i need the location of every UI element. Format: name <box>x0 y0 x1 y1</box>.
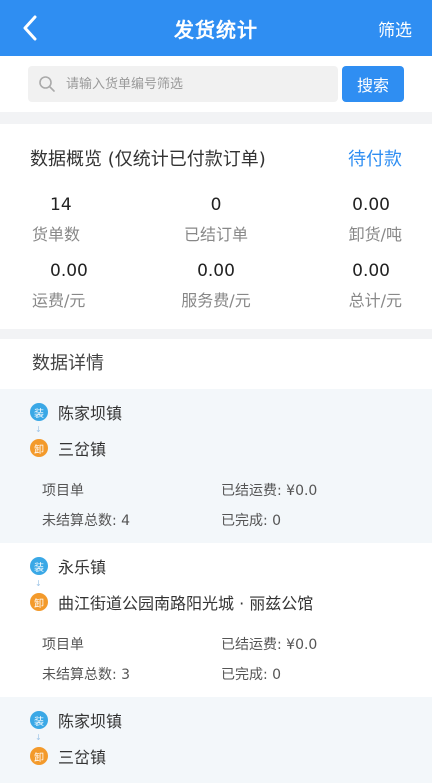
data-overview: 数据概览 (仅统计已付款订单) 待付款 14 货单数 0 已结订单 0.00 卸… <box>0 124 432 329</box>
stat-service-fee: 0.00 服务费/元 <box>154 258 278 318</box>
stat-settled-orders: 0 已结订单 <box>154 192 278 252</box>
stat-total: 0.00 总计/元 <box>278 258 402 318</box>
route-origin: 陈家坝镇 <box>58 712 123 731</box>
route-destination: 三岔镇 <box>58 748 107 767</box>
overview-stats: 14 货单数 0 已结订单 0.00 卸货/吨 0.00 运费/元 0.00 服… <box>30 192 402 318</box>
stat-value: 0.00 <box>50 261 88 281</box>
stat-unload-tons: 0.00 卸货/吨 <box>278 192 402 252</box>
search-box[interactable] <box>28 66 338 102</box>
unsettled-count: 未结算总数: 4 <box>42 513 131 529</box>
unload-badge: 卸 <box>30 439 48 457</box>
stat-freight: 0.00 运费/元 <box>30 258 154 318</box>
details-title: 数据详情 <box>32 353 104 374</box>
stat-label: 运费/元 <box>32 291 86 310</box>
stat-label: 卸货/吨 <box>348 225 402 244</box>
stat-value: 0.00 <box>352 261 390 281</box>
completed-count: 已完成: 0 <box>221 513 282 529</box>
load-badge: 装 <box>30 557 48 575</box>
stat-value: 14 <box>50 195 72 215</box>
stat-value: 0.00 <box>197 261 235 281</box>
chevron-left-icon <box>23 15 37 41</box>
back-button[interactable] <box>14 12 46 44</box>
stat-label: 总计/元 <box>348 291 402 310</box>
project-type: 项目单 <box>42 483 84 499</box>
unload-badge: 卸 <box>30 593 48 611</box>
stat-value: 0.00 <box>352 195 390 215</box>
shipment-card[interactable]: 装 陈家坝镇 ↓ 卸 三岔镇 项目单 已结运费: ¥0.0 未结算总数: 4 已… <box>0 389 432 543</box>
project-type: 项目单 <box>42 637 84 653</box>
stat-label: 货单数 <box>32 225 81 244</box>
freight-settled: 已结运费: ¥0.0 <box>221 637 318 653</box>
page-title: 发货统计 <box>174 17 258 42</box>
data-details: 数据详情 装 陈家坝镇 ↓ 卸 三岔镇 项目单 已结运费: ¥0.0 未结算总数… <box>0 339 432 783</box>
unsettled-count: 未结算总数: 3 <box>42 667 131 683</box>
search-input[interactable] <box>64 75 328 93</box>
stat-value: 0 <box>210 195 222 215</box>
shipment-card[interactable]: 装 永乐镇 ↓ 卸 曲江街道公园南路阳光城 · 丽兹公馆 项目单 已结运费: ¥… <box>0 543 432 697</box>
overview-title: 数据概览 (仅统计已付款订单) <box>30 149 266 170</box>
route-destination: 三岔镇 <box>58 440 107 459</box>
stat-order-count: 14 货单数 <box>30 192 154 252</box>
freight-settled: 已结运费: ¥0.0 <box>221 483 318 499</box>
stat-label: 已结订单 <box>183 225 248 244</box>
pending-payment-link[interactable]: 待付款 <box>348 145 402 171</box>
unload-badge: 卸 <box>30 747 48 765</box>
search-bar: 搜索 <box>0 56 432 112</box>
search-button[interactable]: 搜索 <box>342 66 404 102</box>
load-badge: 装 <box>30 403 48 421</box>
stat-label: 服务费/元 <box>181 291 251 310</box>
completed-count: 已完成: 0 <box>221 667 282 683</box>
filter-button[interactable]: 筛选 <box>378 16 412 41</box>
shipment-card[interactable]: 装 陈家坝镇 ↓ 卸 三岔镇 <box>0 697 432 783</box>
top-bar: 发货统计 筛选 <box>0 0 432 56</box>
route-origin: 陈家坝镇 <box>58 404 123 423</box>
search-icon <box>39 76 55 92</box>
route-origin: 永乐镇 <box>58 558 107 577</box>
route-destination: 曲江街道公园南路阳光城 · 丽兹公馆 <box>58 594 314 613</box>
load-badge: 装 <box>30 711 48 729</box>
